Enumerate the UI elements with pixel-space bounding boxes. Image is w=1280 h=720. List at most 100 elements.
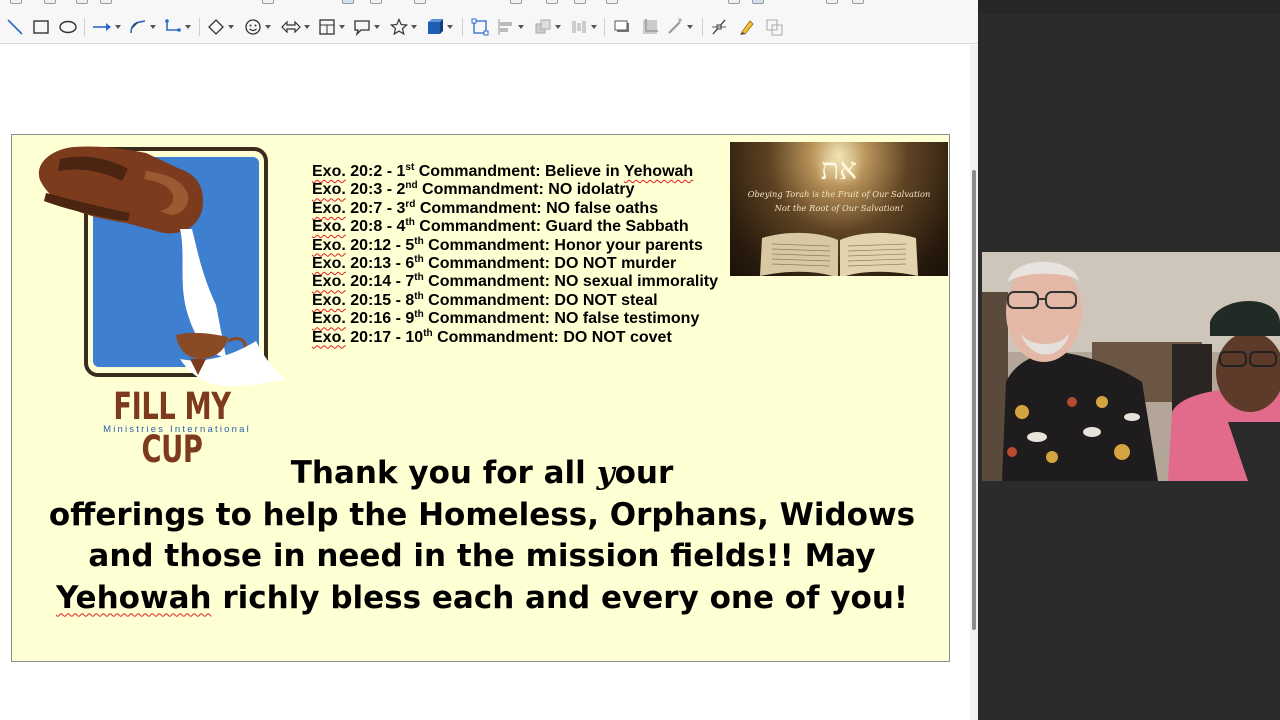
toolbar-button-partial[interactable] — [606, 0, 618, 4]
toolbar-button-partial[interactable] — [546, 0, 558, 4]
toolbar-button-partial[interactable] — [728, 0, 740, 4]
commandment-line: Exo. 20:3 - 2nd Commandment: NO idolatry — [312, 181, 742, 199]
commandment-post: Commandment: NO idolatry — [417, 181, 635, 199]
toolbar-separator — [702, 18, 703, 36]
commandment-ref: Exo. — [312, 218, 346, 236]
scrollbar-thumb[interactable] — [972, 170, 976, 630]
vertical-scrollbar[interactable] — [970, 45, 978, 720]
align-button[interactable] — [497, 17, 524, 37]
commandment-ref: Exo. — [312, 236, 346, 254]
commandment-ord: th — [414, 290, 424, 302]
bible-image-hebrew: את — [820, 152, 858, 187]
thank-you-message[interactable]: Thank you for all your offerings to help… — [42, 453, 922, 619]
commandment-ord: rd — [405, 198, 416, 210]
toolbar-separator — [199, 18, 200, 36]
toolbar-button-partial[interactable] — [370, 0, 382, 4]
commandment-line: Exo. 20:12 - 5th Commandment: Honor your… — [312, 236, 742, 255]
presentation-editor: FILL MY CUP Ministries International Exo… — [0, 0, 978, 720]
flowchart-button[interactable] — [318, 17, 345, 37]
commandment-post: Commandment: DO NOT steal — [423, 291, 658, 309]
commandment-line: Exo. 20:2 - 1st Commandment: Believe in … — [312, 163, 742, 181]
filter-icon — [668, 18, 682, 34]
callouts-button[interactable] — [353, 17, 380, 37]
commandment-spell: Yehowah — [623, 163, 694, 180]
basic-shapes-button[interactable] — [207, 17, 234, 37]
toolbar-button-partial[interactable] — [574, 0, 586, 4]
toolbar-button-partial[interactable] — [44, 0, 56, 4]
commandment-ord: th — [405, 217, 415, 229]
glue-points-button[interactable] — [738, 17, 756, 37]
toolbar-button-partial[interactable] — [826, 0, 838, 4]
commandment-line: Exo. 20:8 - 4th Commandment: Guard the S… — [312, 218, 742, 236]
points-button[interactable] — [710, 17, 728, 37]
commandment-line: Exo. 20:15 - 8th Commandment: DO NOT ste… — [312, 290, 742, 310]
dropdown-arrow-icon — [339, 25, 345, 29]
commandment-post: Commandment: DO NOT murder — [423, 255, 677, 273]
block-arrows-button[interactable] — [281, 17, 310, 37]
transformations-button[interactable] — [471, 17, 489, 37]
toolbar-separator — [462, 18, 463, 36]
dropdown-arrow-icon — [591, 25, 597, 29]
commandment-pre: 20:15 - 8 — [345, 291, 415, 309]
crop-button[interactable] — [641, 17, 659, 37]
toolbar-button-partial[interactable] — [100, 0, 112, 4]
commandment-post: Commandment: Honor your parents — [423, 236, 703, 254]
glue-points-icon — [740, 20, 754, 35]
stars-button[interactable] — [390, 17, 417, 37]
commandment-ref: Exo. — [312, 273, 346, 291]
commandment-post: Commandment: NO sexual immorality — [423, 273, 719, 291]
lines-arrows-button[interactable] — [92, 17, 121, 37]
symbol-shapes-button[interactable] — [244, 17, 271, 37]
commandment-ref: Exo. — [312, 328, 346, 346]
commandment-ref: Exo. — [312, 163, 346, 180]
dropdown-arrow-icon — [150, 25, 156, 29]
connectors-button[interactable] — [164, 17, 191, 37]
commandment-pre: 20:8 - 4 — [345, 218, 406, 236]
thanks-line-1-a: Thank you for all — [290, 455, 597, 491]
dropdown-arrow-icon — [304, 25, 310, 29]
thanks-line-4: Yehowah richly bless each and every one … — [42, 578, 922, 620]
commandment-pre: 20:14 - 7 — [345, 273, 415, 291]
toolbar-button-partial[interactable] — [510, 0, 522, 4]
toggle-extrusion-button[interactable] — [765, 17, 785, 37]
commandment-ord: th — [414, 309, 424, 321]
line-tool-button[interactable] — [6, 17, 24, 37]
standard-toolbar-partial — [0, 0, 978, 8]
ellipse-tool-icon — [59, 20, 77, 34]
toolbar-button-partial[interactable] — [852, 0, 864, 4]
thanks-line-4-rest: richly bless each and every one of you! — [211, 579, 909, 616]
curves-button[interactable] — [129, 17, 156, 37]
drawing-toolbar — [0, 8, 978, 44]
thanks-line-2: offerings to help the Homeless, Orphans,… — [48, 496, 916, 533]
toolbar-button-partial[interactable] — [752, 0, 764, 4]
commandments-list[interactable]: Exo. 20:2 - 1st Commandment: Believe in … — [312, 163, 742, 347]
distribute-button[interactable] — [570, 17, 597, 37]
commandment-ord: st — [405, 162, 415, 173]
symbol-shapes-icon — [245, 19, 261, 35]
dropdown-arrow-icon — [185, 25, 191, 29]
rectangle-tool-button[interactable] — [32, 17, 50, 37]
side-panel — [978, 0, 1280, 720]
dropdown-arrow-icon — [411, 25, 417, 29]
thanks-line-3: and those in need in the mission fields!… — [88, 538, 876, 574]
toolbar-button-partial[interactable] — [262, 0, 274, 4]
3d-objects-button[interactable] — [426, 17, 453, 37]
commandment-line: Exo. 20:16 - 9th Commandment: NO false t… — [312, 310, 742, 328]
toolbar-button-partial[interactable] — [414, 0, 426, 4]
arrange-button[interactable] — [534, 17, 561, 37]
ellipse-tool-button[interactable] — [59, 17, 77, 37]
dropdown-arrow-icon — [115, 25, 121, 29]
slide[interactable]: FILL MY CUP Ministries International Exo… — [11, 134, 950, 662]
toolbar-button-partial[interactable] — [76, 0, 88, 4]
toolbar-button-partial[interactable] — [10, 0, 22, 4]
filter-button[interactable] — [666, 17, 693, 37]
shadow-icon — [614, 20, 629, 32]
thanks-line-1: Thank you for all your — [42, 453, 922, 495]
shadow-button[interactable] — [613, 17, 631, 37]
toolbar-separator — [604, 18, 605, 36]
bible-image[interactable]: את Obeying Torah is the Fruit of Our Sal… — [730, 142, 948, 276]
commandment-line: Exo. 20:13 - 6th Commandment: DO NOT mur… — [312, 255, 742, 273]
logo-subtitle: Ministries International — [103, 424, 251, 435]
connectors-icon — [165, 19, 181, 32]
toolbar-button-partial[interactable] — [342, 0, 354, 4]
